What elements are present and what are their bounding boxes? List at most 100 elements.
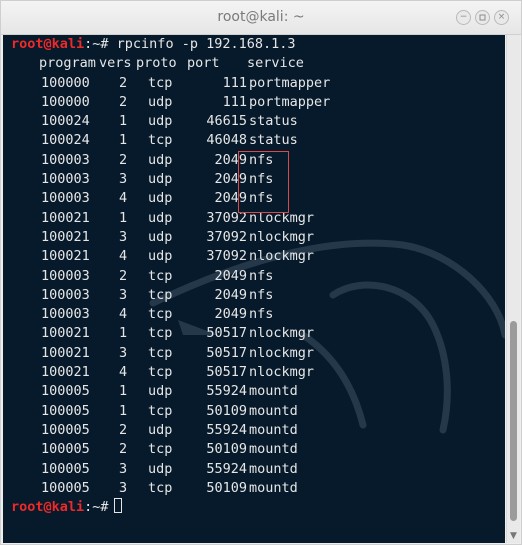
cell-proto: udp [148, 171, 173, 188]
terminal-area[interactable]: root@kali:~# rpcinfo -p 192.168.1.3 prog… [3, 35, 505, 543]
cell-service: nlockmgr [249, 364, 315, 381]
cell-vers: 4 [119, 364, 128, 381]
cell-program: 100021 [41, 325, 90, 342]
cell-port: 46048 [206, 132, 247, 149]
cell-program: 100003 [41, 306, 90, 323]
cell-proto: udp [148, 209, 173, 226]
cell-vers: 2 [119, 151, 128, 168]
cell-proto: tcp [148, 306, 173, 323]
cell-proto: udp [148, 383, 173, 400]
title-bar[interactable]: root@kali: ~ − × [1, 1, 521, 35]
table-row: 100005 2 udp 55924 mountd [11, 421, 298, 440]
cell-service: portmapper [249, 93, 331, 110]
cell-program: 100000 [41, 74, 90, 91]
cell-port: 37092 [206, 228, 247, 245]
cell-service: mountd [249, 402, 298, 419]
cell-proto: tcp [148, 325, 173, 342]
scrollbar-thumb[interactable] [510, 321, 517, 521]
cell-service: nlockmgr [249, 248, 315, 265]
prompt-user-final: root@kali [11, 499, 85, 516]
cell-vers: 1 [119, 113, 128, 130]
command-text: rpcinfo -p 192.168.1.3 [116, 36, 296, 52]
header-program: program [39, 55, 96, 72]
cell-proto: udp [148, 421, 173, 438]
cell-port: 37092 [206, 248, 247, 265]
cell-program: 100005 [41, 441, 90, 458]
cell-proto: udp [148, 93, 173, 110]
cell-program: 100024 [41, 113, 90, 130]
scroll-down-icon[interactable]: ▼ [510, 531, 517, 541]
cell-vers: 3 [119, 228, 128, 245]
close-icon[interactable]: × [494, 10, 509, 25]
prompt-suffix: :~# [84, 36, 117, 52]
prompt-user: root@kali [11, 36, 85, 52]
cell-vers: 2 [119, 74, 128, 91]
table-row: 100021 1 udp 37092 nlockmgr [11, 209, 314, 228]
cell-vers: 3 [119, 286, 128, 303]
cell-port: 2049 [214, 267, 247, 284]
final-prompt-line[interactable]: root@kali:~# [11, 498, 122, 517]
table-row: 100005 1 udp 55924 mountd [11, 382, 298, 401]
cell-port: 50109 [206, 402, 247, 419]
cell-service: mountd [249, 441, 298, 458]
cell-service: mountd [249, 421, 298, 438]
cell-port: 50517 [206, 344, 247, 361]
cell-service: portmapper [249, 74, 331, 91]
cell-service: mountd [249, 383, 298, 400]
cell-program: 100021 [41, 209, 90, 226]
cell-proto: tcp [148, 286, 173, 303]
header-vers: vers [99, 55, 132, 72]
cell-port: 111 [222, 93, 247, 110]
table-row: 100000 2 udp 111 portmapper [11, 93, 330, 112]
table-row: 100021 3 udp 37092 nlockmgr [11, 228, 314, 247]
cell-port: 50109 [206, 441, 247, 458]
cell-port: 46615 [206, 113, 247, 130]
cell-port: 50517 [206, 364, 247, 381]
cell-proto: tcp [148, 402, 173, 419]
window-title: root@kali: ~ [217, 9, 305, 25]
maximize-icon[interactable] [475, 10, 490, 25]
cell-service: nfs [249, 286, 274, 303]
minimize-icon[interactable]: − [456, 10, 471, 25]
cell-port: 55924 [206, 421, 247, 438]
cell-port: 2049 [214, 286, 247, 303]
cell-vers: 4 [119, 190, 128, 207]
nfs-highlight-box [238, 151, 289, 213]
cell-service: status [249, 113, 298, 130]
cell-program: 100021 [41, 228, 90, 245]
cell-proto: udp [148, 113, 173, 130]
cell-vers: 2 [119, 441, 128, 458]
cell-port: 55924 [206, 460, 247, 477]
cell-program: 100021 [41, 248, 90, 265]
cell-proto: tcp [148, 344, 173, 361]
text-cursor [114, 498, 122, 514]
table-row: 100021 4 udp 37092 nlockmgr [11, 247, 314, 266]
table-row: 100003 4 tcp 2049 nfs [11, 305, 273, 324]
cell-program: 100024 [41, 132, 90, 149]
cell-vers: 1 [119, 325, 128, 342]
cell-service: status [249, 132, 298, 149]
cell-vers: 1 [119, 402, 128, 419]
cell-program: 100005 [41, 460, 90, 477]
cell-proto: udp [148, 248, 173, 265]
cell-vers: 3 [119, 171, 128, 188]
cell-service: nlockmgr [249, 344, 315, 361]
cell-proto: udp [148, 151, 173, 168]
cell-proto: tcp [148, 364, 173, 381]
cell-program: 100021 [41, 344, 90, 361]
cell-vers: 3 [119, 479, 128, 496]
table-row: 100021 4 tcp 50517 nlockmgr [11, 363, 314, 382]
cell-service: nlockmgr [249, 228, 315, 245]
header-service: service [247, 55, 304, 72]
cell-vers: 3 [119, 344, 128, 361]
command-line: root@kali:~# rpcinfo -p 192.168.1.3 [11, 35, 295, 54]
cell-vers: 1 [119, 209, 128, 226]
vertical-scrollbar[interactable]: ▼ [506, 35, 520, 543]
table-row: 100005 3 udp 55924 mountd [11, 460, 298, 479]
table-row: 100003 4 udp 2049 nfs [11, 189, 273, 208]
table-row: 100003 3 tcp 2049 nfs [11, 286, 273, 305]
cell-vers: 1 [119, 132, 128, 149]
terminal-window: root@kali: ~ − × root@kali:~# rpcinfo -p… [0, 0, 522, 545]
table-row: 100005 1 tcp 50109 mountd [11, 402, 298, 421]
header-port: port [187, 55, 220, 72]
